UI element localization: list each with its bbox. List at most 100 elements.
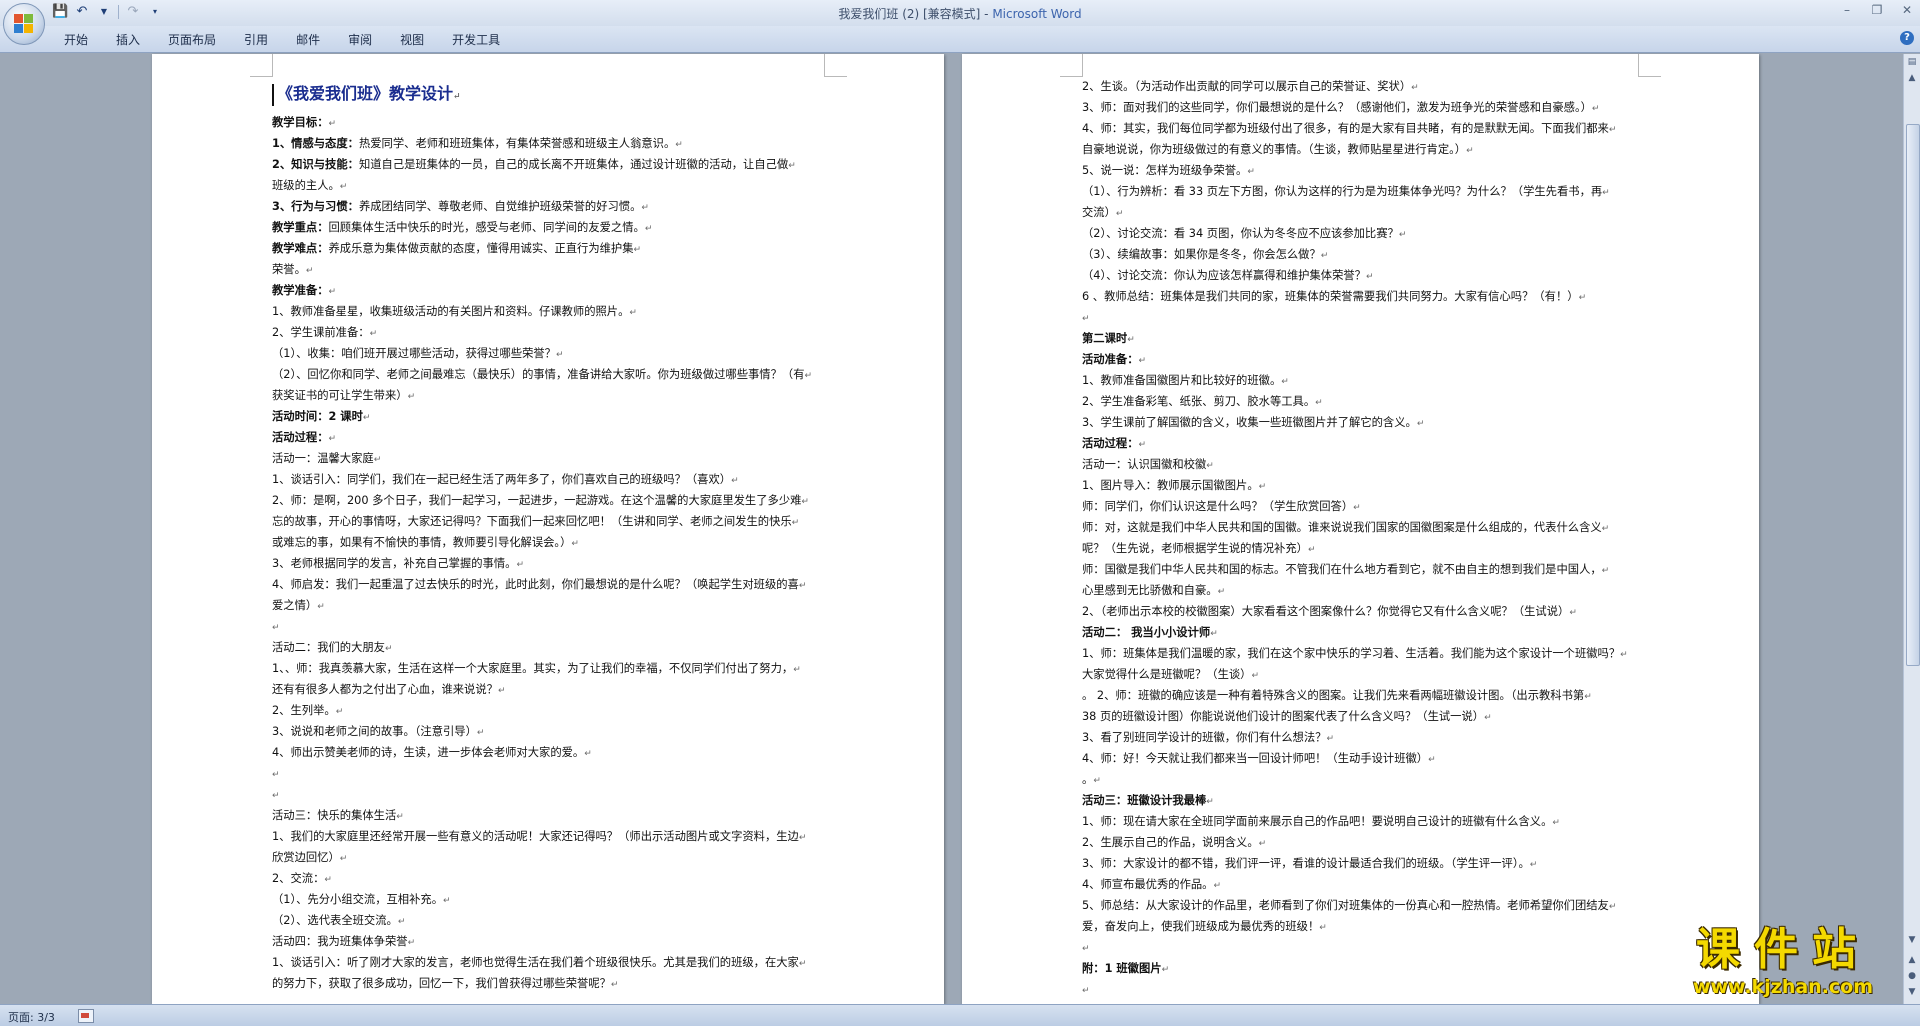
- paragraph-line: 爱之情）↵: [272, 595, 840, 616]
- paragraph-text: 养成乐意为集体做贡献的态度，懂得用诚实、正直行为维护集: [328, 242, 634, 255]
- help-icon[interactable]: ?: [1900, 31, 1914, 45]
- tab-references[interactable]: 引用: [230, 31, 282, 49]
- paragraph-line: 3、师：面对我们的这些同学，你们最想说的是什么？（感谢他们，激发为班争光的荣誉感…: [1082, 97, 1668, 118]
- ruler-toggle-icon[interactable]: ▤: [1906, 56, 1918, 68]
- paragraph-line: 活动时间：2 课时↵: [272, 406, 840, 427]
- paragraph-mark-icon: ↵: [1127, 335, 1135, 345]
- paragraph-mark-icon: ↵: [516, 560, 524, 570]
- paragraph-text: 活动三：快乐的集体生活: [272, 809, 397, 822]
- page-corner-mark: [250, 54, 273, 77]
- paragraph-line: 2、生谈。（为活动作出贡献的同学可以展示自己的荣誉证、奖状）↵: [1082, 76, 1668, 97]
- page-content: 《我爱我们班》教学设计↵ 教学目标：↵ 1、情感与态度：热爱同学、老师和班班集体，有…: [272, 76, 840, 994]
- bold-heading: 附：1 班徽图片: [1082, 962, 1162, 975]
- paragraph-text: 3、师：大家设计的都不错，我们评一评，看谁的设计最适合我们的班级。（学生评一评）…: [1082, 857, 1530, 870]
- paragraph-text: 获奖证书的可让学生带来）: [272, 389, 408, 402]
- paragraph-mark-icon: ↵: [407, 392, 416, 402]
- scroll-down-icon[interactable]: ▼: [1906, 934, 1918, 946]
- next-page-icon[interactable]: ▼: [1906, 986, 1918, 998]
- paragraph-line: ↵: [1082, 307, 1668, 328]
- scroll-up-icon[interactable]: ▲: [1906, 72, 1918, 84]
- proofing-icon[interactable]: [78, 1009, 94, 1023]
- paragraph-line: 。↵: [1082, 769, 1668, 790]
- paragraph-mark-icon: ↵: [633, 245, 642, 255]
- close-icon[interactable]: ✕: [1900, 3, 1914, 17]
- paragraph-line: 4、师启发：我们一起重温了过去快乐的时光，此时此刻，你们最想说的是什么呢？（唤起…: [272, 574, 840, 595]
- paragraph-text: 活动四：我为班集体争荣誉: [272, 935, 408, 948]
- paragraph-mark-icon: ↵: [1093, 776, 1101, 786]
- paragraph-line: 2、知识与技能：知道自己是班集体的一员，自己的成长离不开班集体，通过设计班徽的活…: [272, 154, 840, 175]
- paragraph-line: 3、师：大家设计的都不错，我们评一评，看谁的设计最适合我们的班级。（学生评一评）…: [1082, 853, 1668, 874]
- paragraph-line: 1、师：现在请大家在全班同学面前来展示自己的作品吧！要说明自己设计的班徽有什么含…: [1082, 811, 1668, 832]
- paragraph-line: 4、师宣布最优秀的作品。↵: [1082, 874, 1668, 895]
- paragraph-text: 4、师：好！今天就让我们都来当一回设计师吧！（生动手设计班徽）: [1082, 752, 1429, 765]
- paragraph-mark-icon: ↵: [801, 497, 809, 507]
- browse-object-icon[interactable]: ●: [1906, 970, 1918, 982]
- paragraph-text: 忘的故事，开心的事情呀，大家还记得吗？下面我们一起来回忆吧！（生讲和同学、老师之…: [272, 515, 792, 528]
- page-counter[interactable]: 页面: 3/3: [8, 1009, 55, 1025]
- paragraph-text: 热爱同学、老师和班班集体，有集体荣誉感和班级主人翁意识。: [358, 137, 676, 150]
- paragraph-text: （2）、回忆你和同学、老师之间最难忘（最快乐）的事情，准备讲给大家听。你为班级做…: [272, 368, 805, 381]
- document-page-right[interactable]: 2、生谈。（为活动作出贡献的同学可以展示自己的荣誉证、奖状）↵ 3、师：面对我们的…: [962, 54, 1759, 1004]
- paragraph-mark-icon: ↵: [1258, 482, 1267, 492]
- previous-page-icon[interactable]: ▲: [1906, 954, 1918, 966]
- tab-developer[interactable]: 开发工具: [438, 31, 514, 49]
- tab-review[interactable]: 审阅: [334, 31, 386, 49]
- paragraph-text: （1）、行为辨析：看 33 页左下方图，你认为这样的行为是为班集体争光吗？为什么…: [1082, 185, 1603, 198]
- paragraph-mark-icon: ↵: [1281, 377, 1289, 387]
- paragraph-text: 回顾集体生活中快乐的时光，感受与老师、同学间的友爱之情。: [328, 221, 645, 234]
- paragraph-line: ↵: [1082, 937, 1668, 958]
- paragraph-mark-icon: ↵: [1529, 860, 1538, 870]
- paragraph-text: 2、生展示自己的作品，说明含义。: [1082, 836, 1259, 849]
- paragraph-mark-icon: ↵: [373, 455, 382, 465]
- paragraph-text: 还有有很多人都为之付出了心血，谁来说说？: [272, 683, 498, 696]
- paragraph-mark-icon: ↵: [1307, 545, 1316, 555]
- paragraph-text: 4、师出示赞美老师的诗，生读，进一步体会老师对大家的爱。: [272, 746, 585, 759]
- paragraph-text: 1、、师：我真羡慕大家，生活在这样一个大家庭里。其实，为了让我们的幸福，不仅同学…: [272, 662, 794, 675]
- paragraph-text: 3、说说和老师之间的故事。（注意引导）: [272, 725, 477, 738]
- paragraph-text: 3、老师根据同学的发言，补充自己掌握的事情。: [272, 557, 517, 570]
- paragraph-text: 欣赏边回忆）: [272, 851, 340, 864]
- tab-page-layout[interactable]: 页面布局: [154, 31, 230, 49]
- paragraph-line: 1、图片导入：教师展示国徽图片。↵: [1082, 475, 1668, 496]
- bold-heading: 活动三：班徽设计我最棒: [1082, 794, 1207, 807]
- paragraph-line: 4、师：好！今天就让我们都来当一回设计师吧！（生动手设计班徽）↵: [1082, 748, 1668, 769]
- paragraph-text: 2、生列举。: [272, 704, 336, 717]
- paragraph-line: 荣誉。↵: [272, 259, 840, 280]
- restore-icon[interactable]: ❐: [1870, 3, 1884, 17]
- paragraph-line: （4）、讨论交流：你认为应该怎样赢得和维护集体荣誉？↵: [1082, 265, 1668, 286]
- paragraph-mark-icon: ↵: [731, 476, 739, 486]
- vertical-scrollbar[interactable]: ▤ ▲ ▼ ▲ ● ▼: [1903, 54, 1920, 1004]
- paragraph-mark-icon: ↵: [1251, 671, 1260, 681]
- paragraph-line: 呢？（生先说，老师根据学生说的情况补充）↵: [1082, 538, 1668, 559]
- document-name: 我爱我们班 (2) [兼容模式] -: [838, 7, 993, 21]
- paragraph-mark-icon: ↵: [1365, 272, 1374, 282]
- paragraph-mark-icon: ↵: [1484, 713, 1492, 723]
- tab-insert[interactable]: 插入: [102, 31, 154, 49]
- paragraph-mark-icon: ↵: [804, 371, 813, 381]
- paragraph-line: 3、老师根据同学的发言，补充自己掌握的事情。↵: [272, 553, 840, 574]
- paragraph-line: 1、情感与态度：热爱同学、老师和班班集体，有集体荣誉感和班级主人翁意识。↵: [272, 133, 840, 154]
- tab-mailings[interactable]: 邮件: [282, 31, 334, 49]
- paragraph-text: 交流）: [1082, 206, 1116, 219]
- paragraph-text: 3、看了别班同学设计的班徽，你们有什么想法？: [1082, 731, 1327, 744]
- document-page-left[interactable]: 《我爱我们班》教学设计↵ 教学目标：↵ 1、情感与态度：热爱同学、老师和班班集体，有…: [152, 54, 944, 1004]
- paragraph-mark-icon: ↵: [1082, 314, 1090, 324]
- paragraph-mark-icon: ↵: [1428, 755, 1436, 765]
- bold-heading: 教学重点：: [272, 221, 329, 234]
- watermark-url: www.kjzhan.com: [1692, 976, 1874, 998]
- paragraph-mark-icon: ↵: [1601, 524, 1610, 534]
- bold-heading: 教学目标：: [272, 116, 329, 129]
- paragraph-text: 3、师：面对我们的这些同学，你们最想说的是什么？（感谢他们，激发为班争光的荣誉感…: [1082, 101, 1592, 114]
- tab-view[interactable]: 视图: [386, 31, 438, 49]
- office-button[interactable]: [3, 3, 45, 45]
- paragraph-text: 1、教师准备国徽图片和比较好的班徽。: [1082, 374, 1282, 387]
- tab-home[interactable]: 开始: [50, 31, 102, 49]
- paragraph-text: 呢？（生先说，老师根据学生说的情况补充）: [1082, 542, 1308, 555]
- minimize-icon[interactable]: –: [1840, 3, 1854, 17]
- paragraph-text: 2、学生准备彩笔、纸张、剪刀、胶水等工具。: [1082, 395, 1316, 408]
- paragraph-text: 2、交流：: [272, 872, 325, 885]
- scrollbar-thumb[interactable]: [1906, 124, 1920, 666]
- paragraph-line: 3、看了别班同学设计的班徽，你们有什么想法？↵: [1082, 727, 1668, 748]
- paragraph-mark-icon: ↵: [1466, 146, 1474, 156]
- paragraph-mark-icon: ↵: [384, 644, 393, 654]
